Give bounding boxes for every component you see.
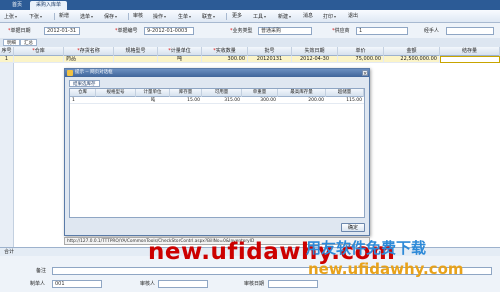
cell-spec[interactable] (114, 56, 158, 63)
dcol-available: 可用量 (202, 89, 242, 97)
audit-button[interactable]: 审核 (133, 12, 143, 21)
dcell-max-stock: 200.00 (308, 98, 324, 103)
dialog-grid: 仓库 规格型号 计量单位 库存量 可用量 单重量 最高库存量 超储量 1 吨 1… (69, 88, 365, 218)
dcell-stock: 15.00 (187, 98, 200, 103)
cell-batch[interactable]: 20120131 (248, 56, 292, 63)
tools-button[interactable]: 工具▾ (253, 12, 266, 21)
col-spec[interactable]: 规格型号 (114, 47, 158, 56)
create-button[interactable]: 新建▾ (278, 12, 291, 21)
watermark-brand-url: new.ufidawhy.com (308, 260, 464, 278)
handler-field[interactable] (446, 27, 494, 35)
row-number-column (0, 56, 14, 247)
code-label: *单据编号 (115, 28, 138, 34)
cell-stock[interactable] (440, 56, 500, 63)
dcell-overstock: 115.00 (346, 98, 362, 103)
auditor-label: 审核人 (140, 281, 156, 287)
col-stock[interactable]: 结存量 (440, 47, 500, 56)
code-field[interactable]: 9-2012-01-0003 (144, 27, 194, 35)
tab-purchase-receipt[interactable]: 采购入库单 (30, 1, 68, 10)
cell-unit[interactable]: 吨 (158, 56, 202, 63)
dialog-icon (67, 70, 73, 76)
supplier-field[interactable]: 1 (356, 27, 408, 35)
new-button[interactable]: 新增 (59, 12, 69, 21)
dcell-available: 315.00 (224, 98, 240, 103)
col-qty[interactable]: *实收数量 (202, 47, 248, 56)
dialog-close-button[interactable]: × (362, 70, 368, 77)
table-row[interactable]: 1 药品 吨 300.00 20120131 2012-04-30 75,000… (0, 56, 500, 63)
col-amount[interactable]: 金额 (384, 47, 440, 56)
message-button[interactable]: 消息 (303, 12, 313, 21)
cell-price[interactable]: 75,000.00 (338, 56, 384, 63)
dcol-spec: 规格型号 (96, 89, 136, 97)
stock-check-dialog: 提示 -- 网页对话框 × 结果选库存 仓库 规格型号 计量单位 库存量 可用量… (64, 68, 370, 236)
generate-button[interactable]: 生单▾ (178, 12, 191, 21)
cell-item-name[interactable]: 药品 (64, 56, 114, 63)
audit-date-field (268, 280, 318, 288)
dcol-max-stock: 最高库存量 (278, 89, 326, 97)
dialog-tab[interactable]: 结果选库存 (69, 80, 100, 87)
dcol-unit: 计量单位 (136, 89, 170, 97)
prev-button[interactable]: 上张▾ (4, 12, 17, 21)
cell-index: 1 (0, 56, 14, 63)
dcol-overstock: 超储量 (326, 89, 364, 97)
dialog-grid-header: 仓库 规格型号 计量单位 库存量 可用量 单重量 最高库存量 超储量 (70, 89, 364, 97)
col-index[interactable]: 序号 (0, 47, 14, 56)
lookup-button[interactable]: 联查▾ (202, 12, 215, 21)
watermark-brand: 用友软件免费下载 (306, 239, 427, 257)
maker-label: 制单人 (30, 281, 46, 287)
remark-label: 备注 (36, 268, 47, 274)
print-button[interactable]: 打印▾ (323, 12, 336, 21)
grid-header: 序号 *仓库 *存货名称 规格型号 *计量单位 *实收数量 批号 失效日期 单价… (0, 47, 500, 56)
biz-type-label: *业务类型 (230, 28, 253, 34)
maker-field: 001 (52, 280, 102, 288)
col-unit[interactable]: *计量单位 (158, 47, 202, 56)
totals-label: 合计 (4, 249, 15, 255)
dcol-warehouse: 仓库 (70, 89, 96, 97)
tab-home[interactable]: 首页 (6, 1, 28, 10)
col-price[interactable]: 单价 (338, 47, 384, 56)
toolbar-divider (226, 13, 227, 20)
dialog-ok-button[interactable]: 确定 (341, 223, 365, 232)
cell-qty[interactable]: 300.00 (202, 56, 248, 63)
more-button[interactable]: 更多 (232, 12, 242, 21)
col-warehouse[interactable]: *仓库 (14, 47, 64, 56)
header-form: *单据日期 2012-01-31 *单据编号 9-2012-01-0003 *业… (0, 23, 500, 38)
tab-strip: 首页 采购入库单 (0, 0, 500, 10)
select-order-button[interactable]: 选单▾ (80, 12, 93, 21)
audit-date-label: 审核日期 (244, 281, 265, 287)
dcell-weight: 300.00 (260, 98, 276, 103)
biz-type-select[interactable]: 普通采购 (258, 27, 312, 35)
dcell-warehouse: 1 (72, 98, 75, 103)
tab-summary[interactable]: 汇总 (20, 39, 37, 46)
cell-amount[interactable]: 22,500,000.00 (384, 56, 440, 63)
col-batch[interactable]: 批号 (248, 47, 292, 56)
supplier-label: *供应商 (332, 28, 350, 34)
detail-tabs: 明细 汇总 (0, 38, 500, 47)
dcell-spec (96, 97, 136, 104)
toolbar-divider (128, 13, 129, 20)
exit-button[interactable]: 退出 (348, 12, 358, 21)
cell-warehouse[interactable] (14, 56, 64, 63)
toolbar: 上张▾ 下张▾ 新增 选单▾ 保存▾ 审核 操作▾ 生单▾ 联查▾ 更多 工具▾… (0, 10, 500, 23)
toolbar-divider (54, 13, 55, 20)
next-button[interactable]: 下张▾ (29, 12, 42, 21)
cell-expire[interactable]: 2012-04-30 (292, 56, 338, 63)
dcol-weight: 单重量 (242, 89, 278, 97)
save-button[interactable]: 保存▾ (104, 12, 117, 21)
handler-label: 经手人 (424, 28, 440, 34)
auditor-field (158, 280, 208, 288)
dcol-stock: 库存量 (170, 89, 202, 97)
dcell-unit: 吨 (150, 98, 156, 103)
date-label: *单据日期 (8, 28, 31, 34)
operation-button[interactable]: 操作▾ (153, 12, 166, 21)
dialog-title: 提示 -- 网页对话框 (65, 69, 369, 77)
dialog-table-row[interactable]: 1 吨 15.00 315.00 300.00 200.00 115.00 (70, 97, 364, 104)
tab-detail[interactable]: 明细 (3, 39, 20, 46)
col-item-name[interactable]: *存货名称 (64, 47, 114, 56)
date-field[interactable]: 2012-01-31 (44, 27, 80, 35)
col-expire[interactable]: 失效日期 (292, 47, 338, 56)
